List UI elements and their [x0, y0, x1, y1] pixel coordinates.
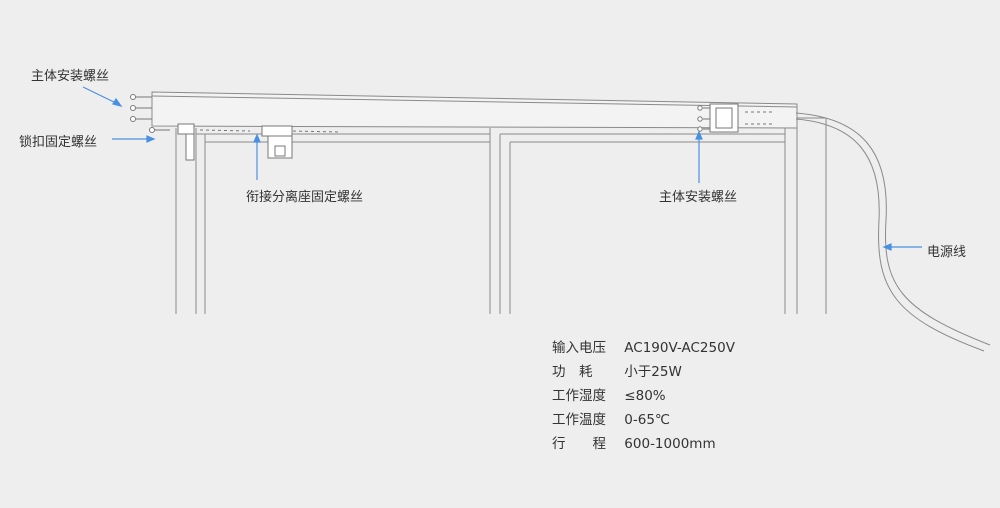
door-frame-right [500, 117, 827, 314]
spec-value: 小于25W [624, 364, 682, 380]
door-frame-left [175, 128, 501, 314]
power-cord [795, 112, 991, 352]
spec-row: 行 程 600-1000mm [552, 432, 735, 456]
spec-value: 0-65℃ [624, 412, 671, 428]
spec-value: AC190V-AC250V [624, 340, 735, 356]
spec-key: 行 程 [552, 436, 606, 452]
spec-value: ≤80% [624, 388, 666, 404]
spec-key: 功 耗 [552, 364, 593, 380]
label-main-screw-left: 主体安装螺丝 [31, 69, 110, 84]
label-lock-screw: 锁扣固定螺丝 [19, 135, 98, 150]
spec-key: 工作温度 [552, 412, 606, 428]
spec-key: 工作湿度 [552, 388, 606, 404]
spec-row: 功 耗 小于25W [552, 360, 735, 384]
spec-row: 工作温度 0-65℃ [552, 408, 735, 432]
installation-diagram [82, 86, 991, 352]
label-connector-screw: 衔接分离座固定螺丝 [246, 190, 364, 205]
spec-key: 输入电压 [552, 340, 606, 356]
label-power-cord: 电源线 [927, 245, 967, 260]
spec-row: 工作湿度 ≤80% [552, 384, 735, 408]
label-main-screw-right: 主体安装螺丝 [659, 190, 738, 205]
spec-row: 输入电压 AC190V-AC250V [552, 336, 735, 360]
spec-table: 输入电压 AC190V-AC250V 功 耗 小于25W 工作湿度 ≤80% 工… [552, 336, 735, 456]
spec-value: 600-1000mm [624, 436, 716, 452]
